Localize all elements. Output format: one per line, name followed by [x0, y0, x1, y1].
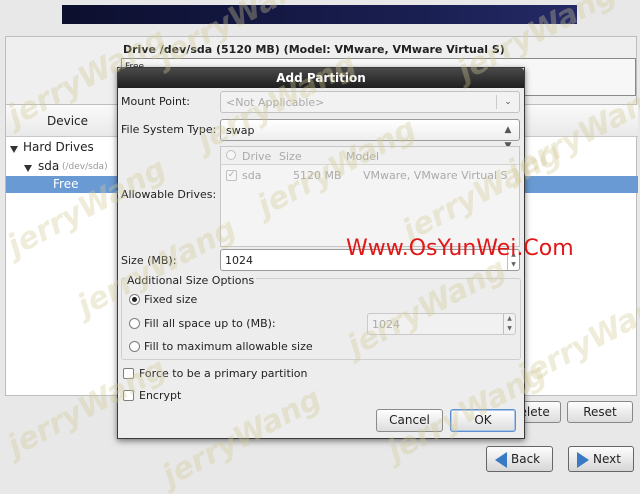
drive-title: Drive /dev/sda (5120 MB) (Model: VMware,… [123, 43, 505, 56]
installer-banner [62, 5, 577, 24]
tree-item-sub: (/dev/sda) [62, 162, 108, 172]
collapse-icon[interactable] [24, 161, 32, 175]
back-arrow-icon [495, 451, 507, 468]
site-stamp: Www.OsYunWei.Com [346, 236, 574, 261]
mount-point-label: Mount Point: [121, 95, 190, 108]
size-label: Size (MB): [121, 254, 177, 267]
size-options-title: Additional Size Options [125, 274, 257, 287]
fixed-size-radio[interactable] [129, 294, 140, 305]
mount-point-combo[interactable]: <Not Applicable> ⌄ [220, 91, 520, 113]
force-primary-checkbox[interactable] [123, 368, 134, 379]
ok-button[interactable]: OK [450, 409, 516, 432]
dialog-title: Add Partition [118, 68, 524, 88]
fill-up-to-radio[interactable] [129, 318, 140, 329]
force-primary-label[interactable]: Force to be a primary partition [139, 367, 308, 380]
fill-up-to-value: 1024 [372, 318, 400, 331]
drive-checkbox[interactable]: ✓ [226, 170, 237, 181]
column-device[interactable]: Device [47, 114, 88, 128]
back-label: Back [511, 452, 541, 466]
fill-up-to-label[interactable]: Fill all space up to (MB): [144, 317, 276, 330]
fixed-size-label[interactable]: Fixed size [144, 293, 197, 306]
fill-up-to-spinbox[interactable]: 1024 ▲ ▼ [367, 313, 516, 335]
chevron-down-icon: ⌄ [504, 97, 512, 107]
drives-header: Drive Size Model [221, 147, 519, 165]
fill-max-label[interactable]: Fill to maximum allowable size [144, 340, 313, 353]
allowable-drives-label: Allowable Drives: [121, 188, 217, 201]
drive-size: 5120 MB [293, 169, 342, 182]
drive-model: VMware, VMware Virtual S [363, 169, 508, 182]
next-button[interactable]: Next [568, 446, 634, 472]
next-label: Next [593, 452, 621, 466]
tree-item-label: sda [38, 159, 60, 173]
tree-item-label: Hard Drives [23, 140, 94, 154]
drive-row[interactable]: ✓ sda 5120 MB VMware, VMware Virtual S [221, 166, 519, 184]
fill-max-radio[interactable] [129, 341, 140, 352]
back-button[interactable]: Back [486, 446, 553, 472]
col-drive: Drive [242, 150, 272, 163]
col-model: Model [346, 150, 380, 163]
col-size: Size [279, 150, 302, 163]
tree-item-label: Free [53, 177, 79, 191]
drive-name: sda [242, 169, 262, 182]
encrypt-checkbox[interactable] [123, 390, 134, 401]
size-value: 1024 [225, 254, 253, 267]
spinner-arrows-icon[interactable]: ▲ ▼ [503, 314, 515, 334]
fs-type-combo[interactable]: swap ▲▼ [220, 119, 520, 151]
header-radio [226, 150, 236, 160]
next-arrow-icon [577, 451, 589, 468]
encrypt-label[interactable]: Encrypt [139, 389, 181, 402]
collapse-icon[interactable] [10, 142, 18, 156]
allowable-drives-list[interactable]: Drive Size Model ✓ sda 5120 MB VMware, V… [220, 146, 520, 247]
mount-point-value: <Not Applicable> [226, 96, 325, 109]
cancel-button[interactable]: Cancel [376, 409, 443, 432]
updown-icon: ▲▼ [504, 125, 512, 151]
fs-type-label: File System Type: [121, 123, 217, 136]
reset-button[interactable]: Reset [567, 401, 633, 423]
fs-type-value: swap [226, 124, 255, 137]
